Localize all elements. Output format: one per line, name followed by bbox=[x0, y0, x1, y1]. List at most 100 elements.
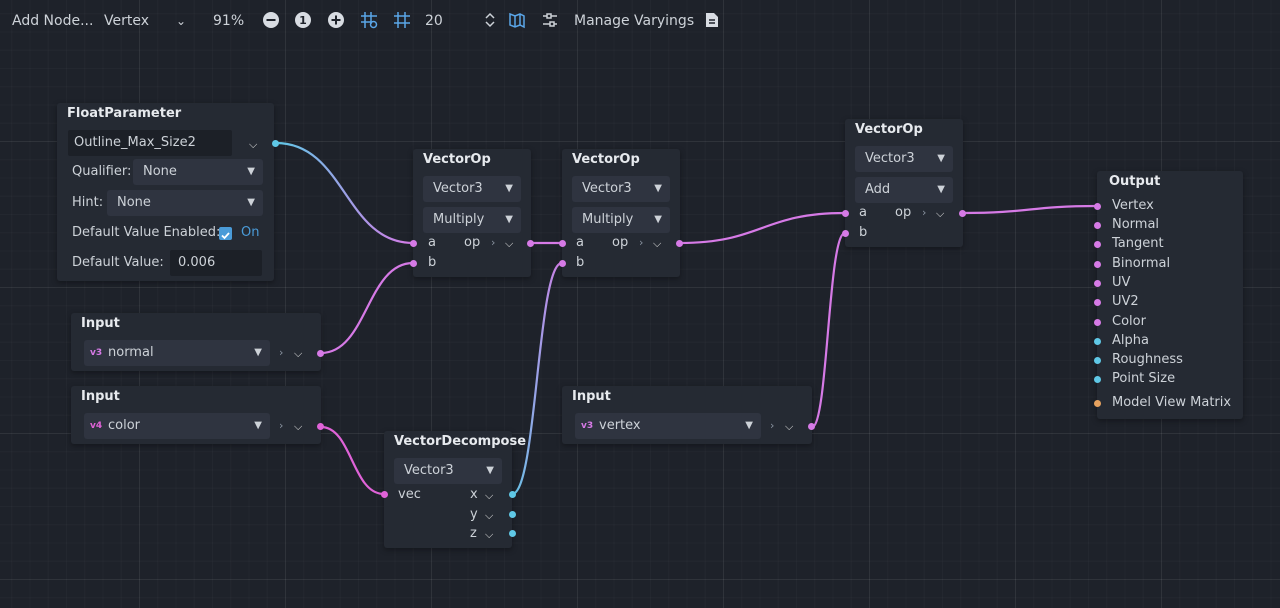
input-normal-node[interactable]: Input v3 normal ▼ › ⌵ bbox=[71, 313, 324, 371]
input-port-vertex[interactable] bbox=[1094, 203, 1101, 210]
operator-select[interactable]: Add ▼ bbox=[855, 177, 953, 203]
port-b-label: b bbox=[859, 225, 868, 240]
input-port-a[interactable] bbox=[842, 210, 849, 217]
chevron-down-icon: ▼ bbox=[937, 184, 945, 195]
vector-op-node-3[interactable]: VectorOp Vector3 ▼ Add ▼ a op › ⌵ b bbox=[842, 119, 966, 247]
operator-value: Multiply bbox=[433, 212, 485, 227]
expand-icon[interactable]: ⌵ bbox=[249, 138, 257, 152]
default-value-enabled-checkbox[interactable] bbox=[219, 227, 232, 240]
grid-icon[interactable] bbox=[360, 11, 378, 29]
chevron-down-icon: ▼ bbox=[505, 214, 513, 225]
input-port-vec[interactable] bbox=[381, 491, 388, 498]
arrange-icon[interactable] bbox=[541, 11, 559, 29]
output-port-op[interactable] bbox=[959, 210, 966, 217]
operator-select[interactable]: Multiply ▼ bbox=[423, 207, 521, 233]
output-port-x[interactable] bbox=[509, 491, 516, 498]
float-parameter-node[interactable]: FloatParameter Outline_Max_Size2 ⌵ Quali… bbox=[57, 103, 279, 281]
input-port-roughness[interactable] bbox=[1094, 357, 1101, 364]
input-port-alpha[interactable] bbox=[1094, 338, 1101, 345]
type-select[interactable]: Vector3 ▼ bbox=[855, 146, 953, 172]
hint-label: Hint: bbox=[72, 195, 104, 210]
minimap-icon[interactable] bbox=[508, 11, 526, 29]
type-select[interactable]: Vector3 ▼ bbox=[394, 458, 502, 484]
vec3-icon: v3 bbox=[90, 348, 103, 358]
type-value: Vector3 bbox=[865, 151, 915, 166]
add-node-button[interactable]: Add Node... bbox=[12, 11, 93, 31]
input-port-normal[interactable] bbox=[1094, 222, 1101, 229]
port-op-label: op bbox=[612, 235, 629, 250]
default-value-input[interactable]: 0.006 bbox=[170, 250, 262, 276]
port-y-label: y bbox=[470, 507, 478, 522]
port-label: Tangent bbox=[1112, 236, 1164, 251]
node-title: Input bbox=[572, 389, 611, 404]
output-port-y[interactable] bbox=[509, 511, 516, 518]
input-port-b[interactable] bbox=[842, 230, 849, 237]
type-select[interactable]: Vector3 ▼ bbox=[572, 176, 670, 202]
expand-icon[interactable]: ⌵ bbox=[785, 420, 793, 434]
input-port-b[interactable] bbox=[410, 260, 417, 267]
zoom-in-icon[interactable] bbox=[327, 11, 345, 29]
chevron-down-icon: ▼ bbox=[745, 420, 753, 431]
hint-select[interactable]: None ▼ bbox=[107, 190, 263, 216]
expand-icon[interactable]: ⌵ bbox=[485, 528, 493, 542]
output-port[interactable] bbox=[317, 350, 324, 357]
output-port-op[interactable] bbox=[527, 240, 534, 247]
input-port-uv2[interactable] bbox=[1094, 299, 1101, 306]
output-port[interactable] bbox=[317, 423, 324, 430]
port-b-label: b bbox=[428, 255, 437, 270]
type-value: Vector3 bbox=[582, 181, 632, 196]
operator-select[interactable]: Multiply ▼ bbox=[572, 207, 670, 233]
expand-icon[interactable]: ⌵ bbox=[936, 207, 944, 221]
zoom-reset-icon[interactable]: 1 bbox=[294, 11, 312, 29]
input-port-b[interactable] bbox=[559, 260, 566, 267]
input-port-color[interactable] bbox=[1094, 319, 1101, 326]
port-label: Roughness bbox=[1112, 352, 1183, 367]
manage-varyings-button[interactable]: Manage Varyings bbox=[574, 11, 694, 31]
port-op-label: op bbox=[895, 205, 912, 220]
output-port[interactable] bbox=[808, 423, 815, 430]
input-select[interactable]: v3 normal ▼ bbox=[84, 340, 270, 366]
expand-icon[interactable]: ⌵ bbox=[505, 237, 513, 251]
input-port-a[interactable] bbox=[559, 240, 566, 247]
input-port-point-size[interactable] bbox=[1094, 376, 1101, 383]
script-icon[interactable] bbox=[703, 11, 721, 29]
qualifier-select[interactable]: None ▼ bbox=[133, 159, 263, 185]
output-port-op[interactable] bbox=[676, 240, 683, 247]
input-port-tangent[interactable] bbox=[1094, 241, 1101, 248]
chevron-down-icon: ▼ bbox=[654, 183, 662, 194]
expand-icon[interactable]: ⌵ bbox=[485, 489, 493, 503]
input-select[interactable]: v4 color ▼ bbox=[84, 413, 270, 439]
input-port-model-view-matrix[interactable] bbox=[1094, 400, 1101, 407]
zoom-level[interactable]: 91% bbox=[213, 11, 244, 31]
input-port-a[interactable] bbox=[410, 240, 417, 247]
input-select[interactable]: v3 vertex ▼ bbox=[575, 413, 761, 439]
output-port-z[interactable] bbox=[509, 530, 516, 537]
expand-icon[interactable]: ⌵ bbox=[294, 420, 302, 434]
vector-decompose-node[interactable]: VectorDecompose Vector3 ▼ vec x ⌵ y ⌵ z … bbox=[381, 431, 526, 548]
output-node[interactable]: Output Vertex Normal Tangent Binormal UV… bbox=[1094, 171, 1243, 419]
output-port[interactable] bbox=[272, 140, 279, 147]
snap-icon[interactable] bbox=[393, 11, 411, 29]
spin-arrows-icon[interactable] bbox=[481, 11, 499, 29]
parameter-name-input[interactable]: Outline_Max_Size2 bbox=[68, 130, 232, 156]
chevron-down-icon: ⌄ bbox=[176, 14, 187, 28]
port-a-label: a bbox=[576, 235, 584, 250]
input-value: vertex bbox=[599, 418, 641, 433]
expand-icon[interactable]: ⌵ bbox=[485, 509, 493, 523]
expand-icon[interactable]: ⌵ bbox=[294, 347, 302, 361]
mode-select[interactable]: Vertex ⌄ bbox=[104, 11, 190, 31]
type-select[interactable]: Vector3 ▼ bbox=[423, 176, 521, 202]
vector-op-node-1[interactable]: VectorOp Vector3 ▼ Multiply ▼ a op › ⌵ b bbox=[410, 149, 534, 277]
zoom-out-icon[interactable] bbox=[262, 11, 280, 29]
input-port-binormal[interactable] bbox=[1094, 261, 1101, 268]
vector-op-node-2[interactable]: VectorOp Vector3 ▼ Multiply ▼ a op › ⌵ b bbox=[559, 149, 683, 277]
graph-canvas[interactable] bbox=[0, 0, 1280, 608]
input-vertex-node[interactable]: Input v3 vertex ▼ › ⌵ bbox=[562, 386, 815, 444]
snap-value-input[interactable]: 20 bbox=[425, 11, 443, 31]
input-color-node[interactable]: Input v4 color ▼ › ⌵ bbox=[71, 386, 324, 444]
vec4-icon: v4 bbox=[90, 421, 103, 431]
input-port-uv[interactable] bbox=[1094, 280, 1101, 287]
node-title: FloatParameter bbox=[67, 106, 182, 121]
expand-icon[interactable]: ⌵ bbox=[653, 237, 661, 251]
type-value: Vector3 bbox=[404, 463, 454, 478]
